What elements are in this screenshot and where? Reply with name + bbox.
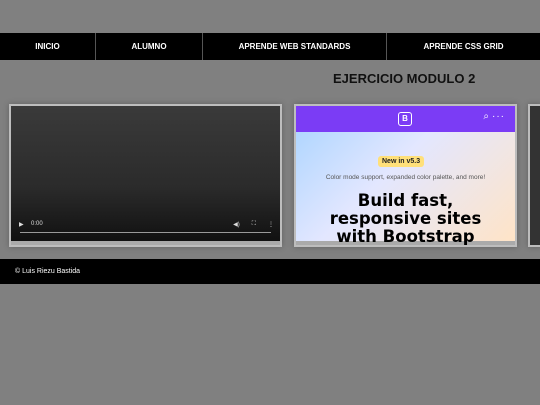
video-controls: ▶ 0:00 ◀) ⛶ ⋮ [19,219,274,229]
bootstrap-logo-icon: B [398,112,412,126]
top-nav: INICIO ALUMNO APRENDE WEB STANDARDS APRE… [0,33,540,60]
bootstrap-site-preview: B ⌕ ··· New in v5.3 Color mode support, … [296,106,515,245]
more-icon[interactable]: ··· [492,111,505,122]
play-icon[interactable]: ▶ [19,221,27,228]
footer-copyright: © Luis Riezu Bastida [15,268,81,275]
bootstrap-header: B ⌕ ··· [296,106,515,132]
nav-item-web-standards[interactable]: APRENDE WEB STANDARDS [203,33,387,60]
bootstrap-subtitle: Color mode support, expanded color palet… [325,174,486,181]
footer: © Luis Riezu Bastida [0,259,540,284]
video-player[interactable]: ▶ 0:00 ◀) ⛶ ⋮ [11,106,280,241]
video-card: ▶ 0:00 ◀) ⛶ ⋮ [9,104,282,247]
nav-item-alumno[interactable]: ALUMNO [96,33,203,60]
headline-line: Build fast, [357,191,454,210]
headline-line: responsive sites [329,209,482,228]
page-title: EJERCICIO MODULO 2 [333,71,476,86]
headline-line: with Bootstrap [336,227,475,246]
video-time: 0:00 [31,221,43,227]
fullscreen-icon[interactable]: ⛶ [252,221,256,228]
volume-icon[interactable]: ◀) [233,221,240,228]
partial-card[interactable] [528,104,540,247]
more-options-icon[interactable]: ⋮ [268,221,274,228]
version-badge[interactable]: New in v5.3 [378,156,425,167]
video-progress-bar[interactable] [20,232,271,233]
nav-item-inicio[interactable]: INICIO [0,33,96,60]
bootstrap-headline: Build fast, responsive sites with Bootst… [296,192,515,246]
search-icon[interactable]: ⌕ [483,111,489,122]
nav-item-css-grid[interactable]: APRENDE CSS GRID [387,33,540,60]
bootstrap-preview-card[interactable]: B ⌕ ··· New in v5.3 Color mode support, … [294,104,517,247]
